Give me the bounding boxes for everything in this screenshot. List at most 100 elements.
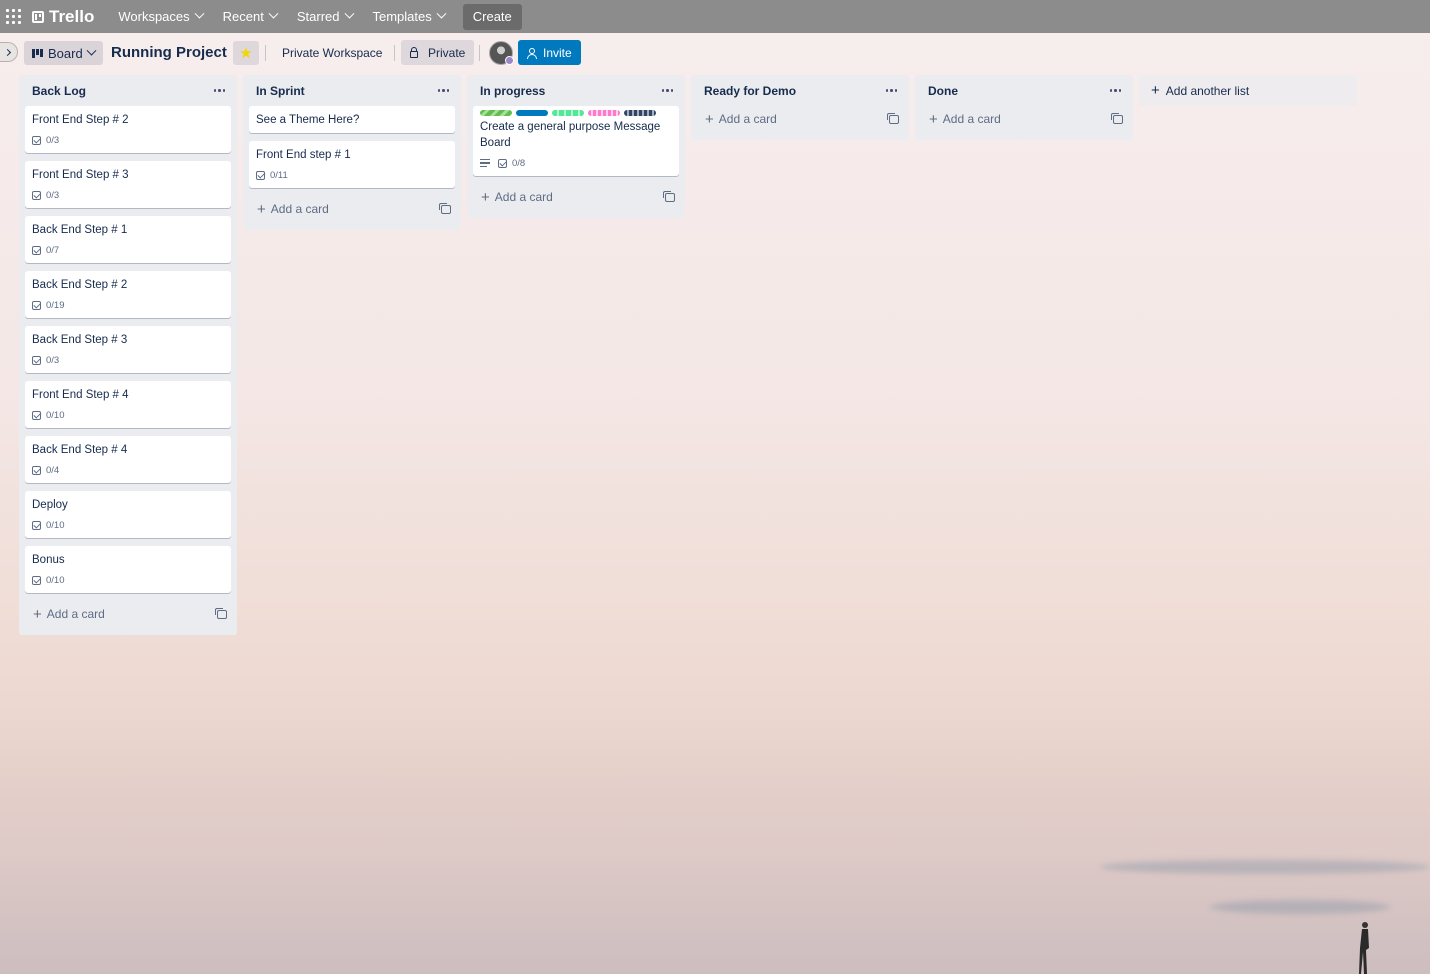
person-silhouette [1359,922,1369,974]
create-button[interactable]: Create [462,3,522,30]
card-label-blue [516,110,548,116]
card[interactable]: Create a general purpose Message Board 0… [473,106,679,176]
list-menu-icon[interactable] [882,85,902,96]
card[interactable]: Back End Step # 4 0/4 [25,436,231,483]
chevron-down-icon [268,8,279,19]
card[interactable]: Front End step # 1 0/11 [249,141,455,188]
chevron-down-icon [344,8,354,19]
trello-logo-icon [32,10,44,23]
plus-icon: + [1151,82,1160,99]
checklist-badge: 0/10 [32,520,65,531]
checklist-badge: 0/3 [32,355,59,366]
plus-icon: + [257,200,266,218]
nav-workspaces[interactable]: Workspaces [108,1,212,33]
add-card-button[interactable]: + Add a card [473,184,679,210]
checklist-badge: 0/3 [32,135,59,146]
chevron-down-icon [86,45,97,56]
checklist-badge: 0/7 [32,245,59,256]
add-card-button[interactable]: + Add a card [249,196,455,222]
checklist-badge: 0/19 [32,300,65,311]
chevron-right-icon [3,48,12,56]
card-title: Back End Step # 1 [32,224,128,236]
invite-button[interactable]: Invite [518,40,581,65]
nav-recent[interactable]: Recent [213,1,287,33]
list-title[interactable]: Done [928,84,958,98]
checklist-badge: 0/8 [498,158,525,169]
card-title: Deploy [32,499,68,511]
card[interactable]: Deploy 0/10 [25,491,231,538]
card-label-pink [588,110,620,116]
visibility-button[interactable]: Private [401,40,475,65]
plus-icon: + [481,188,490,206]
card[interactable]: Front End Step # 4 0/10 [25,381,231,428]
divider [394,45,395,61]
create-from-template-icon[interactable] [439,202,451,214]
checklist-icon [256,170,265,180]
divider [479,45,480,61]
card[interactable]: Bonus 0/10 [25,546,231,593]
card-title: Back End Step # 4 [32,444,128,456]
sidebar-expand-button[interactable] [0,42,18,62]
card[interactable]: Front End Step # 3 0/3 [25,161,231,208]
card[interactable]: See a Theme Here? [249,106,455,133]
add-card-button[interactable]: + Add a card [697,106,903,132]
card-label-green [480,110,512,116]
list-header: Ready for Demo [697,75,903,106]
checklist-icon [32,575,41,585]
card-label-navy [624,110,656,116]
card[interactable]: Front End Step # 2 0/3 [25,106,231,153]
list-header: In progress [473,75,679,106]
card[interactable]: Back End Step # 1 0/7 [25,216,231,263]
list-menu-icon[interactable] [658,85,678,96]
list-title[interactable]: In Sprint [256,84,305,98]
plus-icon: + [929,110,938,128]
create-from-template-icon[interactable] [663,190,675,202]
list-ready-for-demo: Ready for Demo + Add a card [691,75,909,140]
card[interactable]: Back End Step # 2 0/19 [25,271,231,318]
card-title: Bonus [32,554,65,566]
plus-icon: + [705,110,714,128]
lock-icon [410,46,418,58]
board-view-switcher[interactable]: Board [24,41,103,65]
create-from-template-icon[interactable] [215,607,227,619]
board-header: Board Running Project ★ Private Workspac… [0,33,1430,73]
nav-starred[interactable]: Starred [287,1,363,33]
list-header: Back Log [25,75,231,106]
trello-logo[interactable]: Trello [32,7,94,27]
description-icon [480,159,490,167]
create-from-template-icon[interactable] [1111,112,1123,124]
card-title: Create a general purpose Message Board [480,121,661,149]
list-menu-icon[interactable] [210,85,230,96]
add-card-button[interactable]: + Add a card [25,601,231,627]
list-in-progress: In progress Create a general purpose Mes… [467,75,685,218]
card-label-lime [552,110,584,116]
top-nav: Trello Workspaces Recent Starred Templat… [0,0,1430,33]
board-icon [32,48,43,58]
apps-grid-icon[interactable] [6,8,22,25]
checklist-badge: 0/4 [32,465,59,476]
list-title[interactable]: Ready for Demo [704,84,796,98]
checklist-icon [32,465,41,475]
list-menu-icon[interactable] [434,85,454,96]
star-board-button[interactable]: ★ [233,41,259,65]
member-avatar[interactable] [489,41,514,65]
list-title[interactable]: In progress [480,84,545,98]
chevron-down-icon [436,8,447,19]
add-card-button[interactable]: + Add a card [921,106,1127,132]
divider [265,45,266,61]
workspace-button[interactable]: Private Workspace [274,41,390,65]
list-title[interactable]: Back Log [32,84,86,98]
card[interactable]: Back End Step # 3 0/3 [25,326,231,373]
checklist-badge: 0/10 [32,575,65,586]
board-title[interactable]: Running Project [111,44,227,61]
create-from-template-icon[interactable] [887,112,899,124]
card-title: Front End Step # 4 [32,389,129,401]
list-menu-icon[interactable] [1106,85,1126,96]
checklist-icon [32,245,41,255]
star-icon: ★ [239,45,253,62]
list-back-log: Back Log Front End Step # 2 0/3 Front End… [19,75,237,635]
card-labels [480,110,671,116]
nav-templates[interactable]: Templates [363,1,455,33]
list-in-sprint: In Sprint See a Theme Here? Front End st… [243,75,461,230]
add-list-button[interactable]: + Add another list [1139,75,1357,106]
